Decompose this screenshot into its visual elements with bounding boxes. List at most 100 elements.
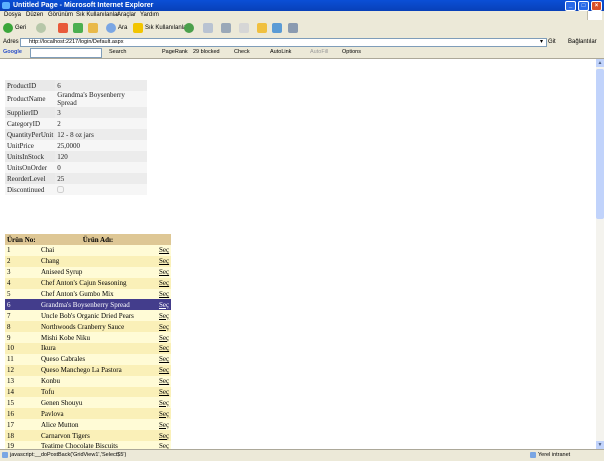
pagerank-label: PageRank <box>162 49 188 55</box>
grid-select-link[interactable]: Seç <box>157 255 172 267</box>
research-icon[interactable] <box>288 23 298 33</box>
grid-header-name: Ürün Adı: <box>39 234 157 245</box>
details-row: UnitsOnOrder 0 <box>5 162 148 173</box>
grid-select-link[interactable]: Seç <box>157 299 172 311</box>
refresh-icon[interactable] <box>73 23 83 33</box>
grid-cell-no: 15 <box>5 397 39 409</box>
product-details-view: ProductID 6 ProductName Grandma's Boysenber… <box>5 80 148 195</box>
grid-select-link[interactable]: Seç <box>157 375 172 387</box>
options-button[interactable]: Options <box>342 47 361 58</box>
maximize-button[interactable]: □ <box>578 1 589 11</box>
popup-blocker-button[interactable]: 29 blocked <box>193 47 220 58</box>
grid-cell-name: Mishi Kobe Niku <box>39 332 157 344</box>
minimize-button[interactable]: _ <box>565 1 576 11</box>
go-button[interactable]: Git <box>548 37 556 47</box>
details-field-name: UnitPrice <box>5 140 56 151</box>
grid-select-link[interactable]: Seç <box>157 408 172 420</box>
grid-select-link[interactable]: Seç <box>157 364 172 376</box>
grid-select-link[interactable]: Seç <box>157 266 172 278</box>
menu-help[interactable]: Yardım <box>140 11 159 20</box>
grid-cell-no: 11 <box>5 353 39 365</box>
details-field-value: 6 <box>55 80 148 91</box>
grid-cell-name: Chef Anton's Gumbo Mix <box>39 288 157 300</box>
forward-arrow-icon[interactable] <box>36 23 46 33</box>
favorites-button-label[interactable]: Sık Kullanılanlar <box>145 20 188 37</box>
favorites-star-icon[interactable] <box>133 23 143 33</box>
grid-cell-name: Uncle Bob's Organic Dried Pears <box>39 310 157 322</box>
grid-select-link[interactable]: Seç <box>157 419 172 431</box>
stop-icon[interactable] <box>58 23 68 33</box>
grid-cell-no: 14 <box>5 386 39 398</box>
grid-cell-name: Chai <box>39 245 157 256</box>
details-row: ProductName Grandma's Boysenberry Spread <box>5 91 148 107</box>
grid-select-link[interactable]: Seç <box>157 310 172 322</box>
grid-select-link[interactable]: Seç <box>157 321 172 333</box>
messenger-icon[interactable] <box>272 23 282 33</box>
status-text: javascript:__doPostBack('GridView1','Sel… <box>10 452 127 458</box>
details-row: Discontinued <box>5 184 148 195</box>
menu-favorites[interactable]: Sık Kullanılanlar <box>76 11 119 20</box>
details-row: QuantityPerUnit 12 - 8 oz jars <box>5 129 148 140</box>
address-dropdown-icon[interactable]: ▾ <box>540 37 543 47</box>
menu-tools[interactable]: Araçlar <box>117 11 136 20</box>
address-label: Adres <box>3 39 19 45</box>
scroll-down-icon[interactable]: ▼ <box>596 441 604 449</box>
vertical-scrollbar[interactable]: ▲ ▼ <box>596 59 604 449</box>
print-icon[interactable] <box>221 23 231 33</box>
close-button[interactable]: × <box>591 1 602 11</box>
address-input[interactable]: http://localhost:2217/login/Default.aspx <box>20 38 547 47</box>
grid-row: 10 Ikura Seç <box>5 343 172 354</box>
grid-row: 16 Pavlova Seç <box>5 408 172 420</box>
details-field-name: UnitsInStock <box>5 151 56 162</box>
grid-select-link[interactable]: Seç <box>157 277 172 289</box>
folder-icon[interactable] <box>257 23 267 33</box>
grid-row: 5 Chef Anton's Gumbo Mix Seç <box>5 288 172 300</box>
autolink-button[interactable]: AutoLink <box>270 47 291 58</box>
grid-select-link[interactable]: Seç <box>157 288 172 300</box>
windows-logo-icon <box>587 11 602 20</box>
mail-icon[interactable] <box>203 23 213 33</box>
grid-select-link[interactable]: Seç <box>157 353 172 365</box>
menu-view[interactable]: Görünüm <box>48 11 73 20</box>
grid-cell-name: Chang <box>39 255 157 267</box>
grid-select-link[interactable]: Seç <box>157 430 172 442</box>
grid-row: 9 Mishi Kobe Niku Seç <box>5 332 172 344</box>
google-logo[interactable]: Google <box>3 47 22 58</box>
grid-select-link[interactable]: Seç <box>157 386 172 398</box>
details-field-name: SupplierID <box>5 107 56 118</box>
search-icon[interactable] <box>106 23 116 33</box>
back-arrow-icon[interactable] <box>3 23 13 33</box>
details-row: SupplierID 3 <box>5 107 148 118</box>
back-button-label[interactable]: Geri <box>15 20 26 37</box>
details-field-name: ProductID <box>5 80 56 91</box>
google-search-button[interactable]: Search <box>109 47 126 58</box>
scrollbar-thumb[interactable] <box>596 69 604 219</box>
menu-file[interactable]: Dosya <box>4 11 21 20</box>
window-title: Untitled Page - Microsoft Internet Explo… <box>13 2 154 9</box>
details-field-value: 25,0000 <box>55 140 148 151</box>
details-field-name: ProductName <box>5 91 56 107</box>
menu-edit[interactable]: Düzen <box>26 11 43 20</box>
grid-cell-no: 5 <box>5 288 39 300</box>
grid-row: 7 Uncle Bob's Organic Dried Pears Seç <box>5 310 172 322</box>
grid-select-link[interactable]: Seç <box>157 343 172 354</box>
window-titlebar: Untitled Page - Microsoft Internet Explo… <box>0 0 604 11</box>
search-button-label[interactable]: Ara <box>118 20 127 37</box>
grid-select-link[interactable]: Seç <box>157 441 172 449</box>
scroll-up-icon[interactable]: ▲ <box>596 59 604 67</box>
details-field-name: UnitsOnOrder <box>5 162 56 173</box>
grid-row: 8 Northwoods Cranberry Sauce Seç <box>5 321 172 333</box>
grid-cell-no: 13 <box>5 375 39 387</box>
google-search-input[interactable] <box>30 48 102 58</box>
edit-icon[interactable] <box>239 23 249 33</box>
grid-select-link[interactable]: Seç <box>157 397 172 409</box>
links-button[interactable]: Bağlantılar <box>568 37 597 47</box>
grid-cell-name: Teatime Chocolate Biscuits <box>39 441 157 449</box>
spell-check-button[interactable]: Check <box>234 47 250 58</box>
grid-select-link[interactable]: Seç <box>157 245 172 256</box>
history-icon[interactable] <box>184 23 194 33</box>
autofill-button[interactable]: AutoFill <box>310 47 328 58</box>
grid-select-link[interactable]: Seç <box>157 332 172 344</box>
home-icon[interactable] <box>88 23 98 33</box>
grid-cell-name: Northwoods Cranberry Sauce <box>39 321 157 333</box>
